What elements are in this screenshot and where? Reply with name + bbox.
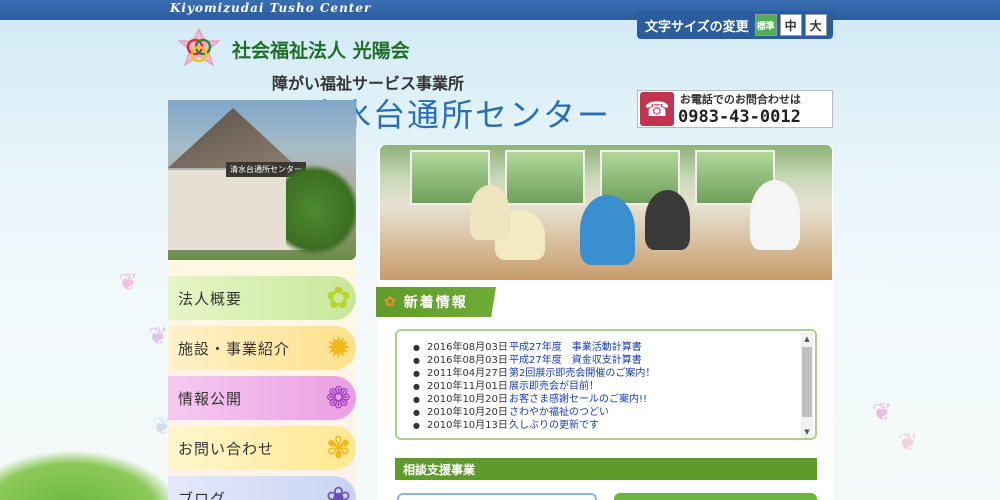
phone-icon: ☎ [640, 92, 674, 126]
bullet-icon: ● [413, 421, 420, 430]
nav-item-label: 法人概要 [178, 289, 243, 308]
trees [286, 160, 356, 260]
bullet-icon: ● [413, 408, 420, 417]
lily-icon: ✿ [325, 280, 352, 316]
news-link[interactable]: 展示即売会が目前！ [509, 380, 599, 393]
gerbera-icon: ✾ [325, 430, 352, 466]
scroll-up-icon[interactable]: ▲ [801, 333, 813, 345]
font-size-large-button[interactable]: 大 [804, 14, 827, 36]
nav-item-blog[interactable]: ブログ ❀ [168, 476, 356, 500]
bullet-icon: ● [413, 382, 420, 391]
sunflower-icon: ✹ [325, 330, 352, 366]
news-date: 2010年10月20日 [427, 394, 508, 405]
news-date: 2011年04月27日 [427, 368, 508, 379]
nav-item-label: 情報公開 [178, 389, 243, 408]
iris-icon: ❀ [325, 480, 352, 500]
list-item: ● 2016年08月03日 平成27年度 事業活動計算書 [413, 341, 815, 354]
org-logo-icon [177, 27, 221, 67]
news-date: 2016年08月03日 [427, 342, 508, 353]
font-size-standard-button[interactable]: 標準 [754, 14, 777, 36]
nav-item-label: お問い合わせ [178, 439, 275, 458]
contact-phone-box[interactable]: ☎ お電話でのお問合わせは 0983-43-0012 [637, 90, 833, 128]
building-photo: 清水台通所センター [168, 100, 356, 260]
contact-label: お電話でのお問合わせは [679, 93, 801, 106]
news-heading-label: 新着情報 [403, 295, 468, 311]
nav-item-info-disclosure[interactable]: 情報公開 ❁ [168, 376, 356, 420]
photo-person [750, 180, 800, 250]
photo-window [505, 150, 585, 205]
news-list-box: ● 2016年08月03日 平成27年度 事業活動計算書 ● 2016年08月0… [395, 329, 817, 440]
butterfly-icon: ❦ [872, 398, 893, 426]
bullet-icon: ● [413, 395, 420, 404]
nav-item-label: 施設・事業紹介 [178, 339, 291, 358]
site-title-en: Kiyomizudai Tusho Center [170, 1, 372, 15]
nav-item-contact[interactable]: お問い合わせ ✾ [168, 426, 356, 470]
list-item: ● 2010年10月20日 お客さま感謝セールのご案内!! [413, 393, 815, 406]
news-link[interactable]: お客さま感謝セールのご案内!! [509, 393, 647, 406]
list-item: ● 2011年04月27日 第2回展示即売会開催のご案内！ [413, 367, 815, 380]
photo-person [470, 185, 510, 240]
scroll-down-icon[interactable]: ▼ [801, 426, 813, 438]
news-link[interactable]: さわやか福祉のつどい [509, 406, 609, 419]
top-bar: Kiyomizudai Tusho Center [0, 0, 1000, 20]
news-date: 2010年10月13日 [427, 420, 508, 431]
news-date: 2010年10月20日 [427, 407, 508, 418]
butterfly-icon: ❦ [148, 322, 169, 350]
list-item: ● 2010年10月13日 久しぶりの更新です [413, 419, 815, 432]
bullet-icon: ● [413, 356, 420, 365]
contact-phone-number: 0983-43-0012 [678, 107, 801, 127]
bullet-icon: ● [413, 369, 420, 378]
font-size-switcher: 文字サイズの変更 標準 中 大 [637, 11, 833, 39]
list-item: ● 2010年10月20日 さわやか福祉のつどい [413, 406, 815, 419]
photo-person [580, 195, 635, 265]
butterfly-icon: ❦ [898, 428, 919, 456]
news-link[interactable]: 平成27年度 資金収支計算書 [509, 354, 642, 367]
font-size-medium-button[interactable]: 中 [779, 14, 802, 36]
font-size-label: 文字サイズの変更 [645, 19, 749, 35]
workshop-photo [380, 145, 832, 280]
news-heading: ✿ 新着情報 [376, 287, 496, 317]
list-item: ● 2016年08月03日 平成27年度 資金収支計算書 [413, 354, 815, 367]
bottom-panel-right [614, 493, 817, 500]
news-scrollbar[interactable]: ▲ ▼ [801, 333, 813, 438]
flower-icon: ✿ [384, 294, 398, 310]
news-link[interactable]: 久しぶりの更新です [509, 419, 599, 432]
news-date: 2016年08月03日 [427, 355, 508, 366]
nav-item-facility-intro[interactable]: 施設・事業紹介 ✹ [168, 326, 356, 370]
photo-person [645, 190, 690, 250]
nav-item-corporate-overview[interactable]: 法人概要 ✿ [168, 276, 356, 320]
consult-section-heading: 相談支援事業 [395, 458, 817, 480]
scroll-thumb[interactable] [802, 347, 812, 417]
nav-item-label: ブログ [178, 489, 227, 500]
news-link[interactable]: 平成27年度 事業活動計算書 [509, 341, 642, 354]
grass-decoration [0, 450, 180, 500]
news-list: ● 2016年08月03日 平成27年度 事業活動計算書 ● 2016年08月0… [397, 331, 815, 432]
news-link[interactable]: 第2回展示即売会開催のご案内！ [509, 367, 655, 380]
bullet-icon: ● [413, 343, 420, 352]
allium-icon: ❁ [325, 380, 352, 416]
building-roof [168, 108, 298, 168]
news-date: 2010年11月01日 [427, 381, 508, 392]
butterfly-icon: ❦ [118, 268, 139, 296]
org-name: 社会福祉法人 光陽会 [232, 40, 410, 62]
bottom-panel-left [397, 493, 597, 500]
list-item: ● 2010年11月01日 展示即売会が目前！ [413, 380, 815, 393]
